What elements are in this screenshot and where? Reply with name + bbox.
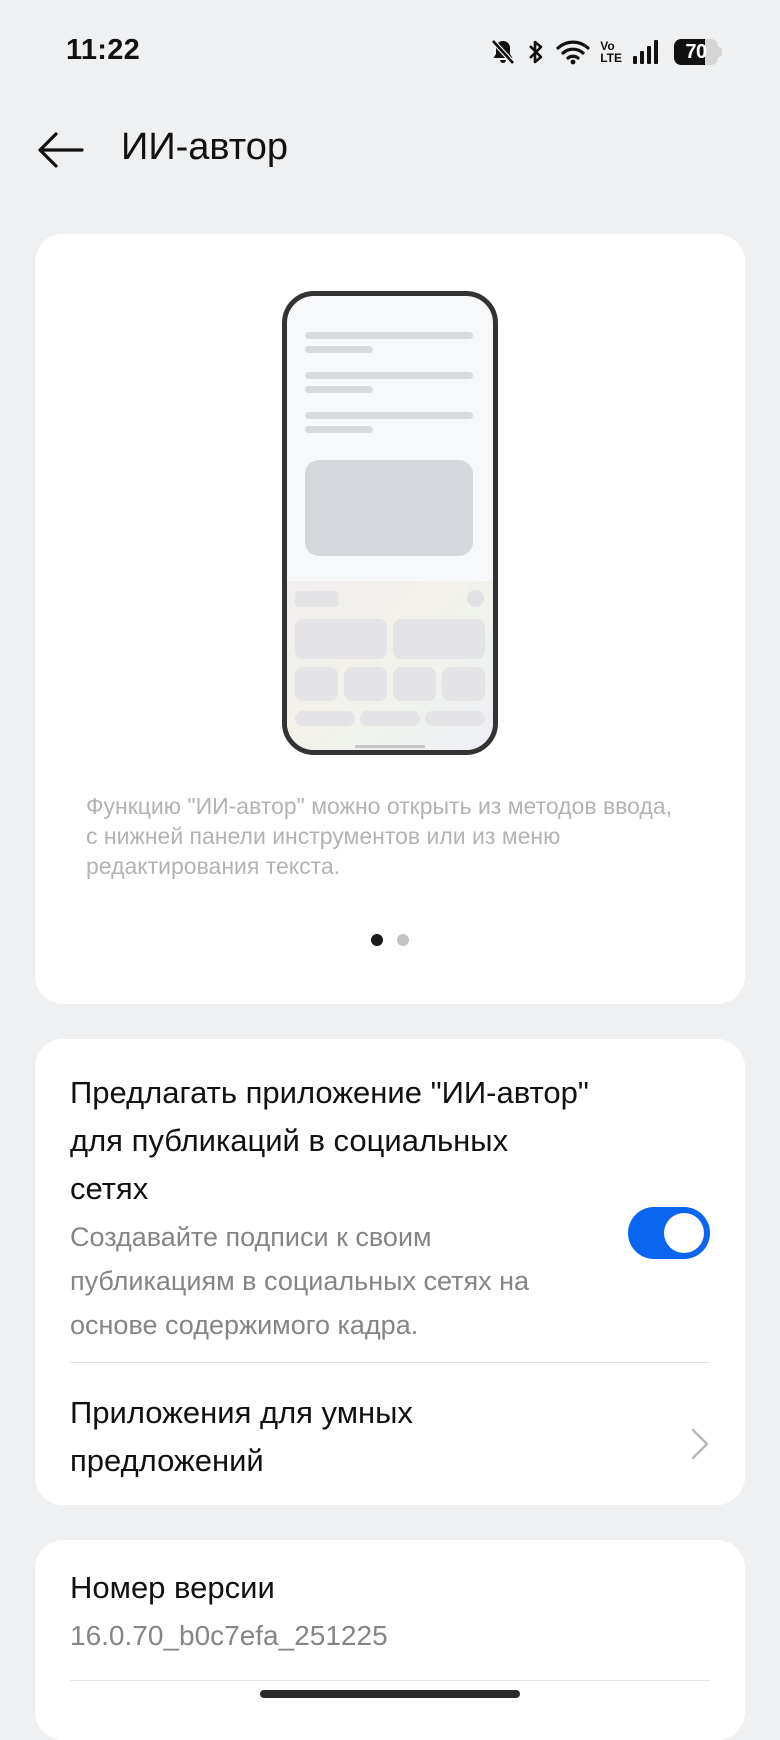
app-header: ИИ-автор [0, 104, 780, 204]
bluetooth-icon [526, 38, 546, 66]
home-indicator[interactable] [260, 1690, 520, 1698]
settings-card: Предлагать приложение "ИИ-автор" для пуб… [35, 1039, 745, 1505]
phone-illustration [282, 291, 498, 755]
smart-suggestions-apps-row[interactable]: Приложения для умных предложений [70, 1389, 710, 1499]
chevron-right-icon [690, 1427, 710, 1466]
signal-icon [632, 39, 660, 65]
bell-off-icon [490, 38, 516, 66]
status-icons: Vo LTE 70 [490, 36, 722, 68]
suggest-social-toggle[interactable] [628, 1207, 710, 1259]
page-dot-2[interactable] [397, 934, 409, 946]
illustration-caption: Функцию "ИИ-автор" можно открыть из мето… [86, 793, 673, 879]
divider [70, 1680, 710, 1681]
version-title: Номер версии [70, 1570, 275, 1605]
wifi-icon [556, 39, 590, 65]
version-value: 16.0.70_b0c7efa_251225 [70, 1620, 388, 1651]
arrow-left-icon [38, 132, 84, 168]
battery-icon: 70 [674, 39, 722, 65]
volte-bottom-label: LTE [600, 51, 622, 65]
illustration-card: Функцию "ИИ-автор" можно открыть из мето… [35, 234, 745, 1004]
suggest-social-title: Предлагать приложение "ИИ-автор" для пуб… [70, 1075, 589, 1206]
suggest-social-description: Создавайте подписи к своим публикациям в… [70, 1222, 530, 1340]
toggle-knob [664, 1213, 704, 1253]
smart-suggestions-apps-title: Приложения для умных предложений [70, 1395, 413, 1478]
status-time: 11:22 [66, 34, 141, 66]
back-button[interactable] [30, 120, 90, 180]
volte-icon: Vo LTE [600, 40, 622, 64]
battery-level: 70 [685, 41, 707, 63]
version-card: Номер версии 16.0.70_b0c7efa_251225 [35, 1540, 745, 1740]
divider [70, 1362, 710, 1363]
suggest-social-row[interactable]: Предлагать приложение "ИИ-автор" для пуб… [70, 1069, 710, 1347]
page-dot-1[interactable] [371, 934, 383, 946]
page-title: ИИ-автор [121, 126, 289, 168]
status-bar: 11:22 Vo LTE 70 [0, 0, 780, 104]
page-indicator[interactable] [35, 934, 745, 946]
